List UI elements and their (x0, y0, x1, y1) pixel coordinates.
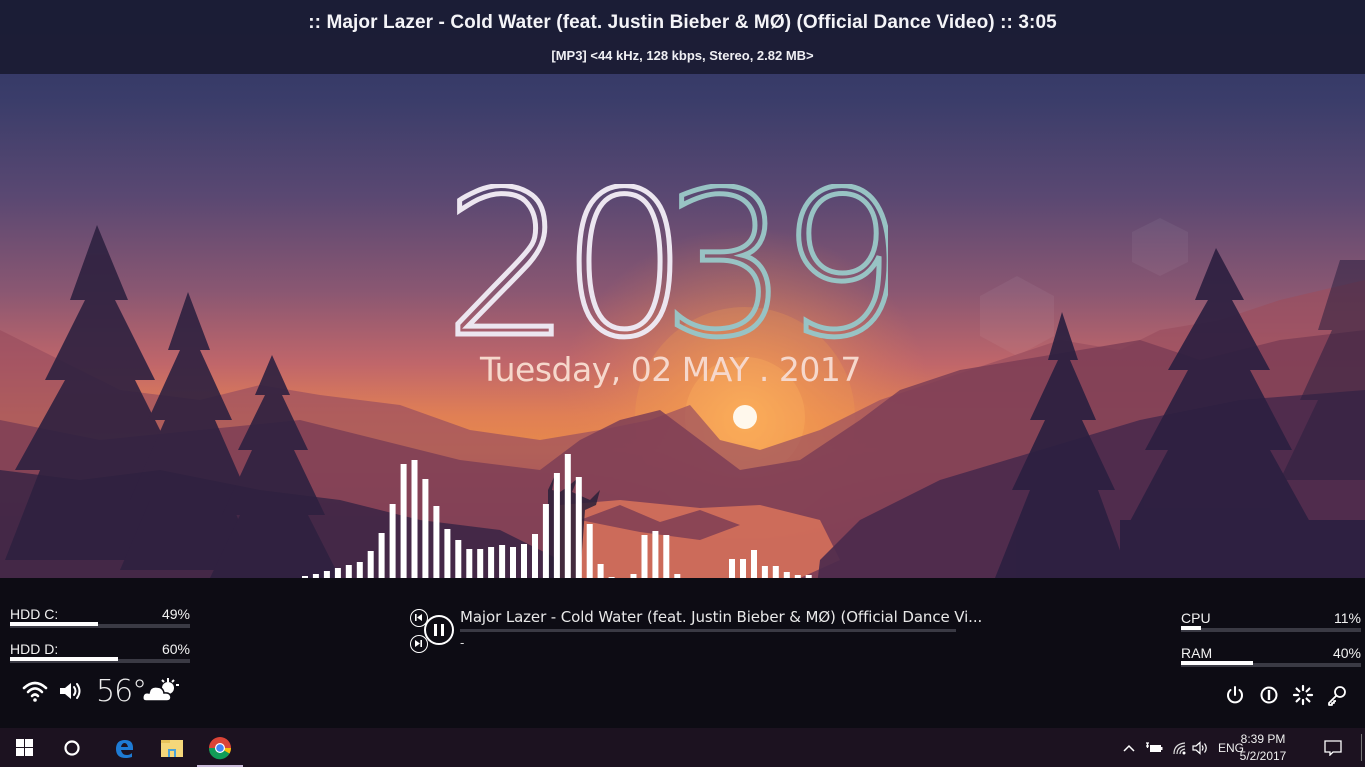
system-buttons (1222, 684, 1362, 708)
hdd-c-label: HDD C: (10, 606, 59, 622)
clock-hours: 20 (448, 184, 679, 344)
taskbar-file-explorer[interactable] (148, 728, 196, 767)
show-desktop-divider[interactable] (1361, 734, 1362, 761)
taskbar-clock[interactable]: 8:39 PM 5/2/2017 (1232, 731, 1294, 765)
media-player: Major Lazer - Cold Water (feat. Justin B… (410, 606, 1010, 656)
hdd-c-value: 49% (161, 606, 190, 622)
file-explorer-icon (161, 739, 183, 757)
cortana-icon (64, 739, 80, 756)
chevron-up-icon (1123, 744, 1135, 752)
volume-icon[interactable] (58, 680, 84, 707)
taskbar: ENG 8:39 PM 5/2/2017 (0, 728, 1365, 767)
taskbar-time: 8:39 PM (1240, 732, 1286, 746)
clock-digits: 20 39 (448, 184, 888, 344)
info-icon (1260, 686, 1278, 704)
lock-button[interactable] (1326, 684, 1350, 708)
hdd-c-bar (10, 622, 190, 628)
track-subtitle: - (460, 635, 465, 650)
hdd-c-bar-fill (10, 622, 99, 626)
hdd-d-bar (10, 657, 190, 663)
track-title: Major Lazer - Cold Water (feat. Justin B… (460, 608, 983, 626)
info-button[interactable] (1258, 684, 1282, 708)
edge-icon (116, 739, 133, 758)
loading-icon (1292, 684, 1314, 706)
key-icon (1328, 686, 1346, 706)
taskbar-date: 5/2/2017 (1239, 749, 1287, 763)
power-icon (1227, 686, 1243, 704)
cortana-button[interactable] (48, 728, 96, 767)
pause-icon (434, 624, 444, 636)
skip-previous-icon (415, 614, 422, 621)
ram-bar-fill (1181, 661, 1253, 665)
battery-tray[interactable] (1143, 728, 1165, 767)
partly-cloudy-icon (142, 677, 180, 708)
cpu-label: CPU (1181, 610, 1211, 626)
date-text: Tuesday, 02 MAY . 2017 (480, 350, 861, 389)
file-info: [MP3] <44 kHz, 128 kbps, Stereo, 2.82 MB… (551, 48, 814, 63)
skip-next-icon (415, 640, 422, 647)
rainmeter-panel: HDD C: 49% HDD D: 60% 56° Major Lazer - … (0, 578, 1365, 728)
wifi-icon[interactable] (22, 680, 48, 707)
now-playing-bar: :: Major Lazer - Cold Water (feat. Justi… (0, 0, 1365, 74)
taskbar-edge[interactable] (100, 728, 148, 767)
windows-start-icon (15, 739, 33, 756)
hdd-d-bar-fill (10, 657, 118, 661)
ram-value: 40% (1332, 645, 1361, 661)
track-progress-bar[interactable] (460, 629, 956, 632)
cpu-value: 11% (1334, 610, 1361, 626)
hdd-d-label: HDD D: (10, 641, 59, 657)
notification-icon (1324, 739, 1342, 756)
show-hidden-icons-button[interactable] (1120, 728, 1138, 767)
wifi-icon (1173, 741, 1186, 754)
start-button[interactable] (0, 728, 48, 767)
taskbar-chrome[interactable] (196, 728, 244, 767)
clock-minutes: 39 (662, 184, 888, 344)
volume-icon (1192, 740, 1207, 755)
cpu-bar (1181, 626, 1361, 632)
cpu-bar-fill (1181, 626, 1201, 630)
hdd-d-value: 60% (161, 641, 190, 657)
network-tray[interactable] (1169, 728, 1191, 767)
ram-bar (1181, 661, 1361, 667)
play-pause-button[interactable] (424, 615, 454, 645)
now-playing-title: :: Major Lazer - Cold Water (feat. Justi… (308, 12, 1057, 33)
volume-tray[interactable] (1190, 728, 1212, 767)
battery-charging-icon (1146, 741, 1163, 752)
temperature: 56° (96, 674, 147, 709)
action-center-button[interactable] (1316, 728, 1350, 767)
restart-button[interactable] (1292, 684, 1316, 708)
ram-label: RAM (1181, 645, 1213, 661)
power-button[interactable] (1224, 684, 1248, 708)
chrome-icon (208, 736, 231, 759)
sun (733, 405, 757, 429)
